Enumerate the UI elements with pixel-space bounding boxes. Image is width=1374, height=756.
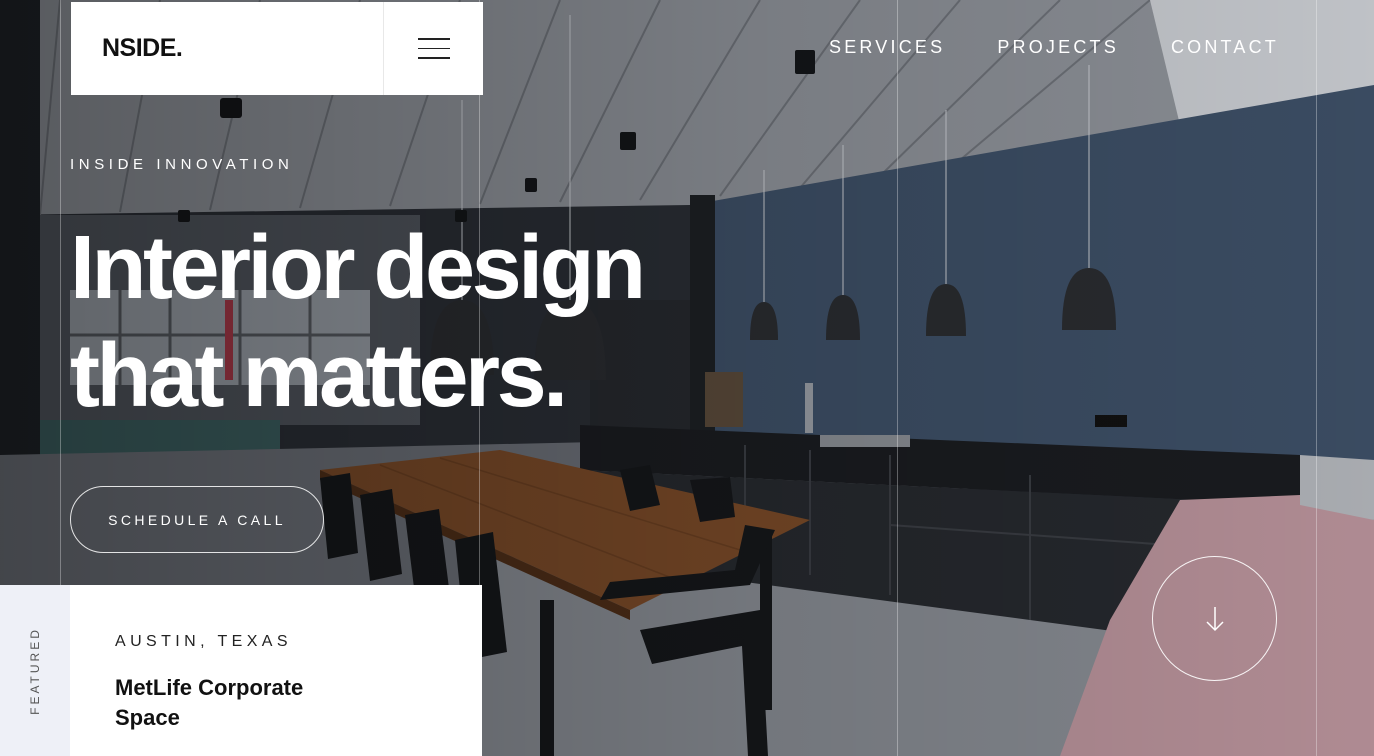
menu-line [417,47,450,50]
hero-headline: Interior design that matters. [70,214,770,430]
hamburger-menu-icon[interactable] [383,2,483,95]
featured-title[interactable]: MetLife Corporate Space [115,673,345,733]
menu-line [417,38,450,40]
headline-line-2: that matters. [70,326,568,426]
main-nav: SERVICES PROJECTS CONTACT [829,37,1279,58]
featured-label: FEATURED [28,627,42,715]
menu-line [417,57,450,59]
featured-body: AUSTIN, TEXAS MetLife Corporate Space [70,585,345,756]
brand-bar: NSIDE. [71,2,483,95]
featured-project-card[interactable]: FEATURED AUSTIN, TEXAS MetLife Corporate… [0,585,482,756]
arrow-down-icon [1205,606,1224,631]
schedule-call-button[interactable]: SCHEDULE A CALL [70,486,324,553]
site-logo[interactable]: NSIDE. [71,2,383,95]
nav-contact[interactable]: CONTACT [1171,37,1279,58]
guide-line [897,0,898,756]
headline-line-1: Interior design [70,218,646,318]
featured-location: AUSTIN, TEXAS [115,633,292,650]
guide-line [1316,0,1317,756]
nav-projects[interactable]: PROJECTS [997,37,1119,58]
scroll-down-button[interactable] [1152,556,1277,681]
featured-side-tab: FEATURED [0,585,70,756]
nav-services[interactable]: SERVICES [829,37,945,58]
hero-eyebrow: INSIDE INNOVATION [70,156,294,173]
